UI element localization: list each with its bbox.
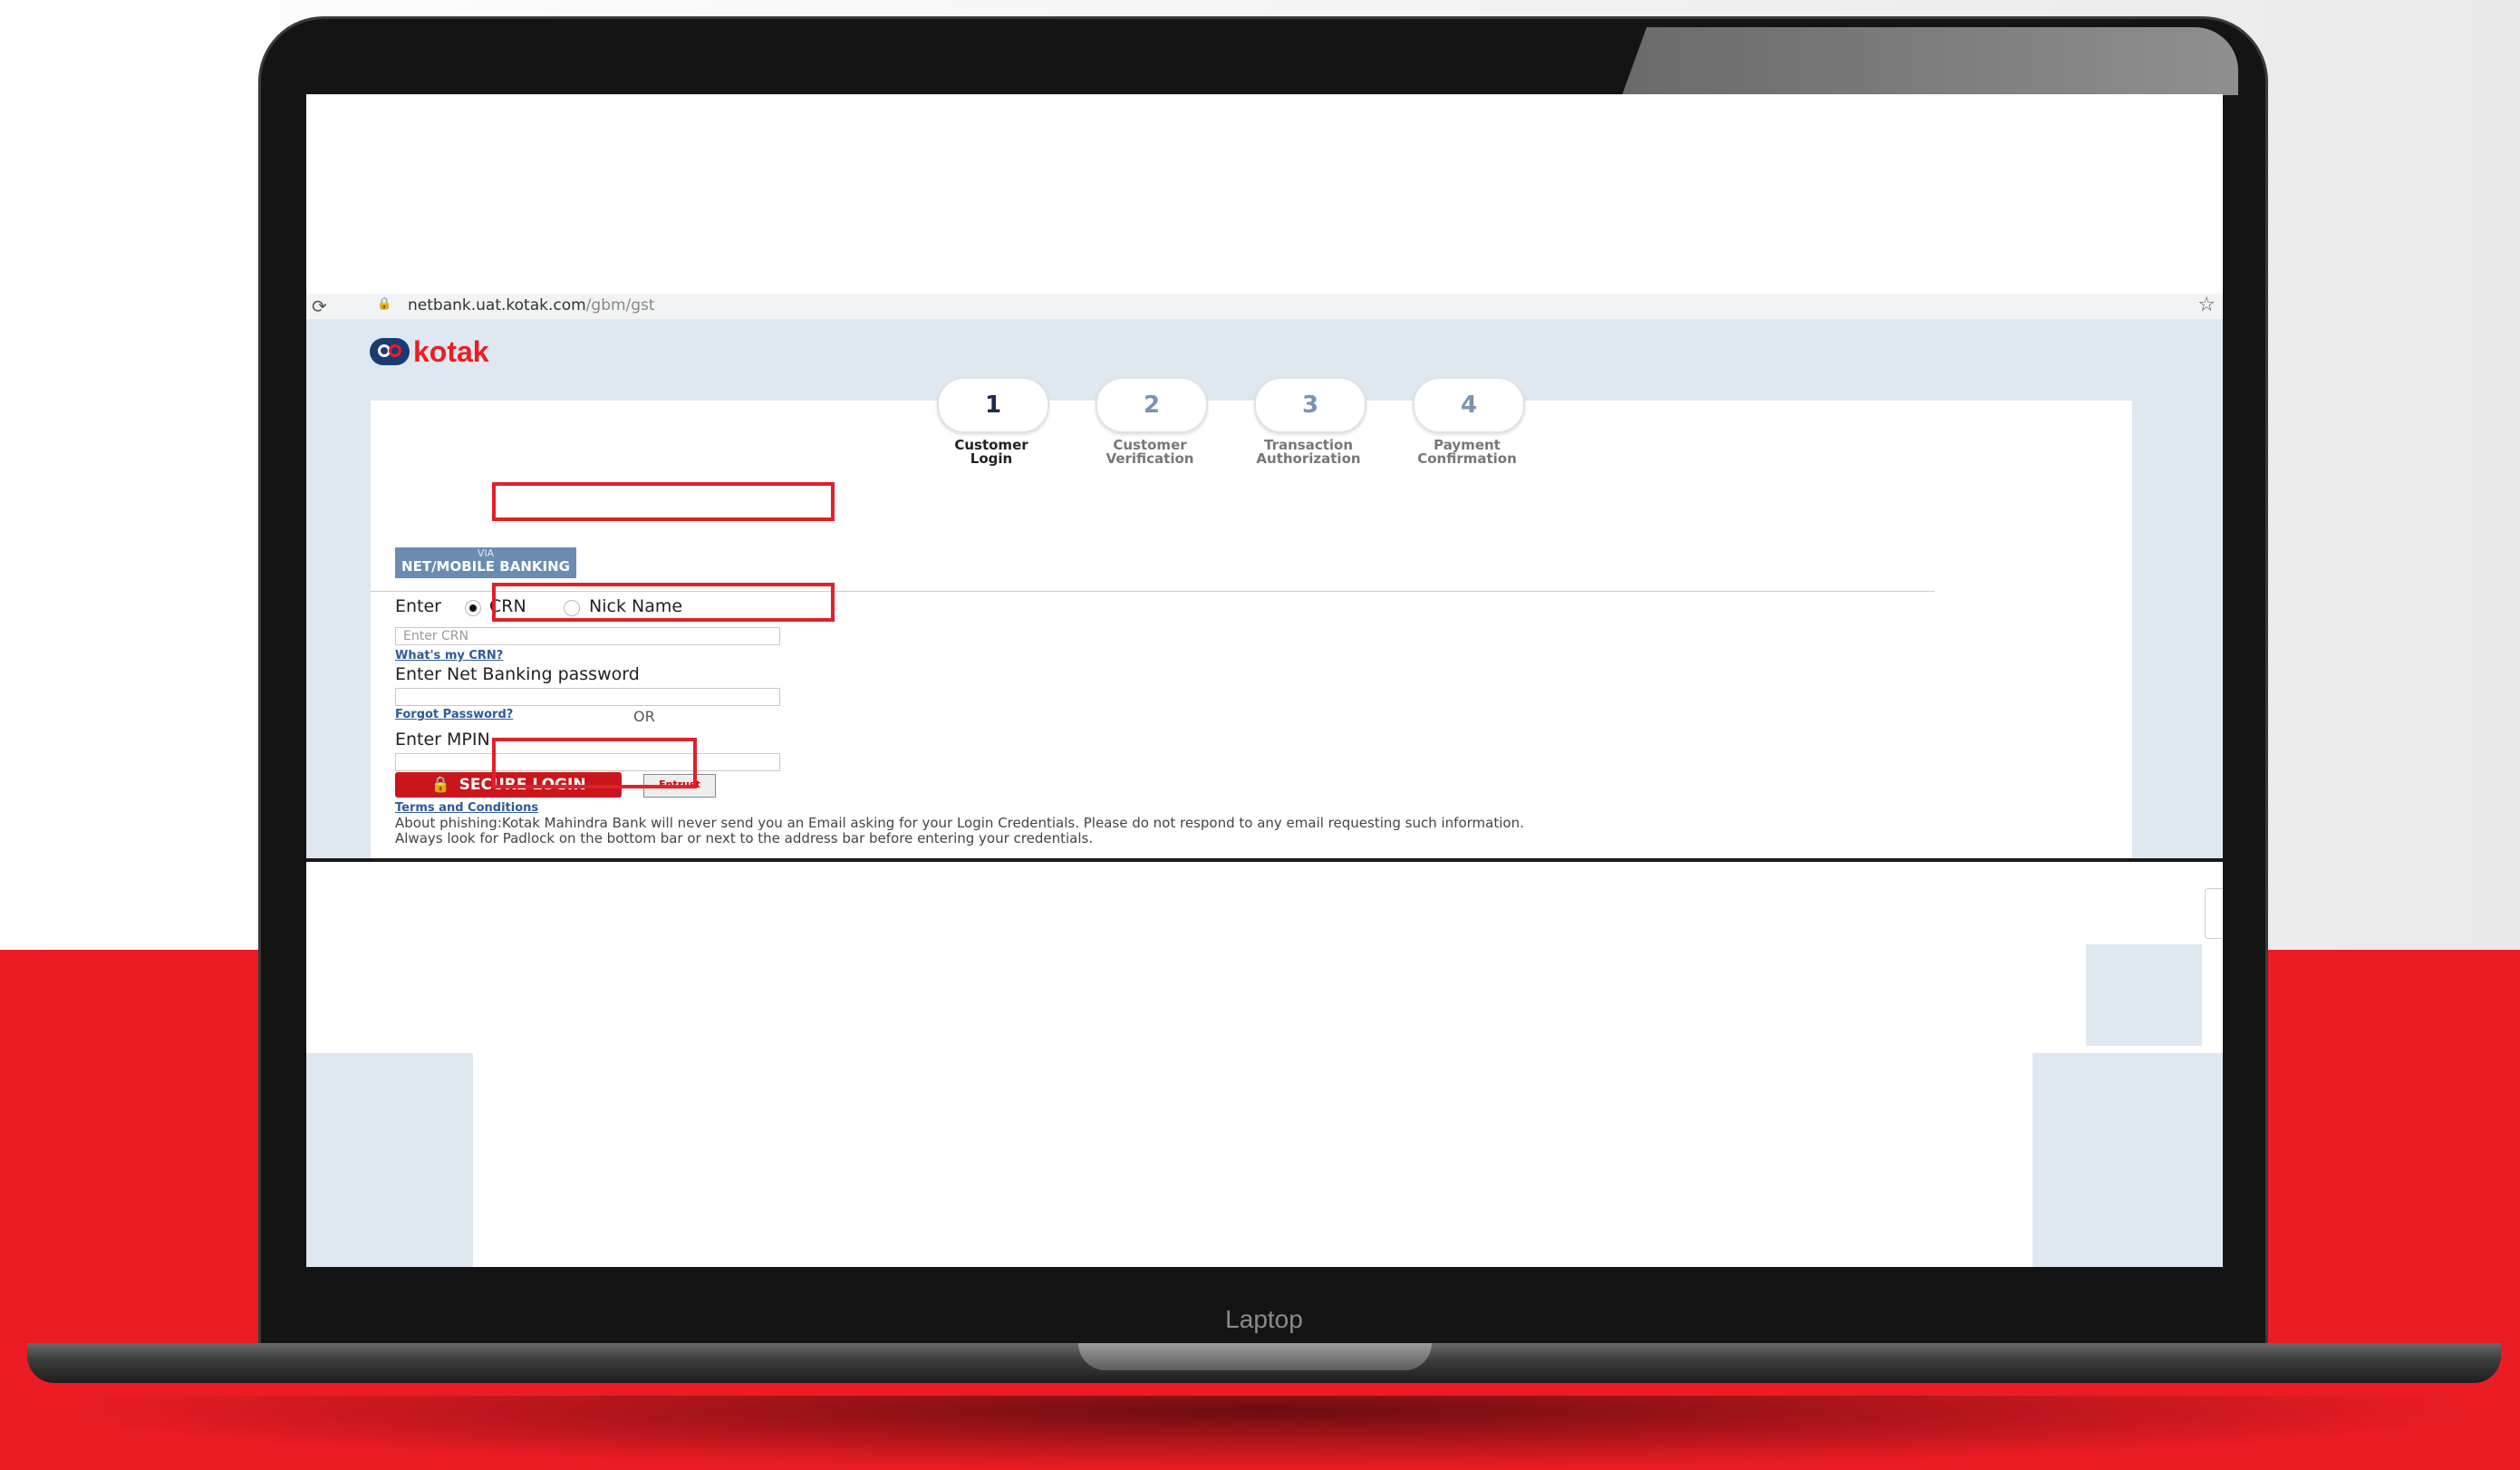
- url-text[interactable]: netbank.uat.kotak.com/gbm/gst: [408, 296, 655, 314]
- login-card: 1 2 3 4 Customer Login Customer Verificati…: [371, 377, 2132, 858]
- placeholder-block-right-small: [2086, 944, 2202, 1046]
- step-3-circle: 3: [1254, 377, 1366, 433]
- bookmark-star-icon[interactable]: ☆: [2197, 294, 2216, 316]
- feedback-side-tab[interactable]: [2205, 888, 2223, 939]
- enter-label: Enter: [395, 596, 441, 616]
- step-2-label: Customer Verification: [1073, 439, 1227, 466]
- or-separator: OR: [633, 708, 655, 725]
- lock-icon: 🔒: [430, 776, 450, 794]
- step-4-label: Payment Confirmation: [1390, 439, 1544, 466]
- laptop-base-notch: [1078, 1343, 1432, 1370]
- password-input[interactable]: [395, 688, 780, 706]
- reload-icon[interactable]: ⟳: [312, 295, 327, 317]
- highlight-box-crn-option: [492, 482, 835, 521]
- kotak-logo-text: kotak: [413, 334, 489, 368]
- url-path: /gbm/gst: [585, 296, 655, 314]
- page-bottom-border: [306, 858, 2223, 862]
- step-4-label-line2: Confirmation: [1417, 450, 1517, 467]
- phishing-notice-line-1: About phishing:Kotak Mahindra Bank will …: [395, 815, 1524, 831]
- bezel-glare: [1622, 27, 2238, 95]
- step-3-label: Transaction Authorization: [1231, 439, 1386, 466]
- placeholder-block-left: [306, 1053, 473, 1267]
- step-3-label-line2: Authorization: [1256, 450, 1361, 467]
- whats-my-crn-link[interactable]: What's my CRN?: [395, 649, 503, 662]
- crn-radio[interactable]: [465, 600, 481, 616]
- step-1-circle: 1: [937, 377, 1049, 433]
- phishing-notice-line-2: Always look for Padlock on the bottom ba…: [395, 830, 1094, 846]
- step-2-label-line2: Verification: [1106, 450, 1194, 467]
- step-1-label-line2: Login: [970, 450, 1013, 467]
- kotak-logo: kotak: [370, 334, 489, 368]
- crn-input[interactable]: Enter CRN: [395, 627, 780, 645]
- forgot-password-link[interactable]: Forgot Password?: [395, 708, 513, 721]
- laptop-screen: ⟳ 🔒 netbank.uat.kotak.com/gbm/gst ☆ kota…: [306, 94, 2223, 1267]
- password-label: Enter Net Banking password: [395, 664, 640, 684]
- laptop-shadow: [27, 1396, 2501, 1470]
- terms-and-conditions-link[interactable]: Terms and Conditions: [395, 801, 538, 815]
- placeholder-block-right: [2032, 1053, 2223, 1267]
- padlock-icon: 🔒: [377, 297, 392, 311]
- step-4-circle: 4: [1413, 377, 1525, 433]
- laptop-label: Laptop: [1225, 1305, 1303, 1333]
- step-2-circle: 2: [1096, 377, 1208, 433]
- step-1-label: Customer Login: [914, 439, 1068, 466]
- mpin-label: Enter MPIN: [395, 730, 490, 750]
- highlight-box-password: [492, 583, 835, 622]
- address-bar[interactable]: ⟳ 🔒 netbank.uat.kotak.com/gbm/gst ☆: [306, 294, 2223, 319]
- url-host: netbank.uat.kotak.com: [408, 296, 586, 314]
- kotak-logo-mark-icon: [370, 338, 410, 365]
- tab-label: NET/MOBILE BANKING: [401, 558, 570, 575]
- tab-net-mobile-banking[interactable]: VIA NET/MOBILE BANKING: [395, 547, 576, 578]
- highlight-box-phishing: [492, 738, 697, 788]
